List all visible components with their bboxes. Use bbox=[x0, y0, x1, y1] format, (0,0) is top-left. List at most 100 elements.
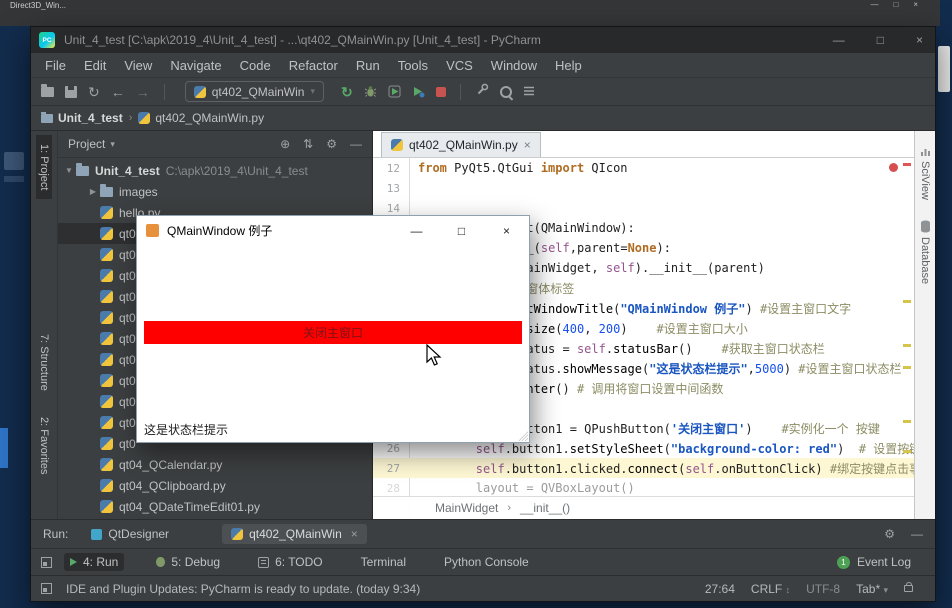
hide-panel-icon[interactable]: — bbox=[911, 527, 923, 541]
line-number[interactable]: 12 bbox=[373, 162, 409, 175]
run-tab-qt402-qmainwin[interactable]: qt402_QMainWin× bbox=[222, 524, 367, 544]
run-config-selector[interactable]: qt402_QMainWin ▾ bbox=[185, 81, 324, 102]
breadcrumb-init[interactable]: __init__() bbox=[520, 501, 570, 515]
scrollbar-mark[interactable] bbox=[903, 300, 911, 303]
back-icon[interactable]: ← bbox=[111, 85, 125, 99]
breadcrumb-qt402-qmainwin-py[interactable]: qt402_QMainWin.py bbox=[138, 111, 264, 125]
desktop-icon[interactable] bbox=[0, 428, 8, 468]
indent-style-selector[interactable]: Tab* ▾ bbox=[856, 582, 888, 596]
todo-icon bbox=[258, 557, 269, 568]
scrollbar-mark[interactable] bbox=[903, 450, 911, 453]
rerun-button[interactable]: ↻ bbox=[341, 85, 353, 99]
toolwindow-button-2-favorites[interactable]: 2: Favorites bbox=[36, 408, 52, 483]
gear-icon[interactable]: ⚙ bbox=[884, 527, 895, 541]
tool-tab-4-run[interactable]: 4: Run bbox=[64, 553, 124, 571]
file-encoding[interactable]: UTF-8 bbox=[806, 582, 840, 596]
project-panel-title[interactable]: Project bbox=[68, 137, 105, 151]
scrollbar-mark[interactable] bbox=[903, 163, 911, 166]
line-number[interactable]: 13 bbox=[373, 182, 409, 195]
forward-icon[interactable]: → bbox=[136, 85, 150, 99]
line-number[interactable]: 27 bbox=[373, 462, 409, 475]
line-number[interactable]: 26 bbox=[373, 442, 409, 455]
dialog-title-bar[interactable]: QMainWindow 例子 — □ × bbox=[137, 216, 529, 245]
tree-item-qt04-qdatetimeedit01-py[interactable]: qt04_QDateTimeEdit01.py bbox=[58, 496, 372, 517]
resize-grip-icon[interactable] bbox=[517, 430, 528, 441]
toolwindow-button-sciview[interactable]: SciView bbox=[919, 147, 931, 200]
menu-code[interactable]: Code bbox=[231, 58, 280, 73]
desktop-icon[interactable] bbox=[4, 152, 24, 170]
tree-item-unit-4-test[interactable]: ▼Unit_4_test C:\apk\2019_4\Unit_4_test bbox=[58, 160, 372, 181]
minimize-icon[interactable]: — bbox=[870, 0, 878, 9]
close-icon[interactable]: × bbox=[351, 527, 358, 541]
toolwindow-button-database[interactable]: Database bbox=[919, 220, 931, 284]
menu-file[interactable]: File bbox=[36, 58, 75, 73]
dialog-maximize-button[interactable]: □ bbox=[439, 216, 484, 245]
dialog-minimize-button[interactable]: — bbox=[394, 216, 439, 245]
run-with-coverage-button[interactable] bbox=[388, 85, 401, 98]
run-tab-qtdesigner[interactable]: QtDesigner bbox=[82, 524, 178, 544]
toolwindow-toggle-icon[interactable] bbox=[41, 583, 52, 594]
debug-button[interactable] bbox=[364, 85, 377, 98]
search-everywhere-icon[interactable] bbox=[500, 86, 512, 98]
tree-item-images[interactable]: ▶images bbox=[58, 181, 372, 202]
settings-wrench-button[interactable] bbox=[475, 82, 489, 101]
breadcrumb-unit-4-test[interactable]: Unit_4_test bbox=[41, 111, 123, 125]
view-options-button[interactable] bbox=[523, 83, 535, 101]
tool-tab-6-todo[interactable]: 6: TODO bbox=[252, 553, 329, 571]
open-icon[interactable] bbox=[41, 87, 54, 97]
hide-panel-icon[interactable]: — bbox=[350, 137, 362, 151]
maximize-icon[interactable]: □ bbox=[893, 0, 898, 9]
minimize-button[interactable]: — bbox=[833, 33, 845, 47]
sync-icon[interactable]: ↻ bbox=[88, 85, 100, 99]
title-bar[interactable]: PC Unit_4_test [C:\apk\2019_4\Unit_4_tes… bbox=[31, 27, 935, 53]
menu-tools[interactable]: Tools bbox=[389, 58, 437, 73]
maximize-button[interactable]: □ bbox=[877, 33, 884, 47]
menu-help[interactable]: Help bbox=[546, 58, 591, 73]
scrollbar-mark[interactable] bbox=[903, 344, 911, 347]
code-line-13: 13 bbox=[373, 178, 914, 198]
editor-tab-qt402-qmainwin[interactable]: qt402_QMainWin.py × bbox=[381, 132, 541, 157]
lock-icon[interactable] bbox=[904, 585, 913, 592]
sort-icon[interactable]: ⇅ bbox=[303, 137, 313, 151]
error-indicator-icon[interactable] bbox=[889, 163, 898, 172]
tool-tab-5-debug[interactable]: 5: Debug bbox=[150, 553, 226, 571]
menu-window[interactable]: Window bbox=[482, 58, 546, 73]
scrollbar-mark[interactable] bbox=[903, 420, 911, 423]
chevron-down-icon[interactable]: ▾ bbox=[110, 139, 115, 150]
breadcrumb-mainwidget[interactable]: MainWidget bbox=[435, 501, 498, 515]
scrollbar-mark[interactable] bbox=[903, 366, 911, 369]
menu-refactor[interactable]: Refactor bbox=[280, 58, 347, 73]
close-icon[interactable]: × bbox=[913, 0, 918, 9]
close-icon[interactable]: × bbox=[524, 138, 531, 152]
event-log-button[interactable]: 1 Event Log bbox=[837, 555, 911, 569]
caret-position[interactable]: 27:64 bbox=[705, 582, 735, 596]
chevron-down-icon: ▾ bbox=[883, 585, 888, 595]
close-button[interactable]: × bbox=[916, 33, 923, 47]
status-message[interactable]: IDE and Plugin Updates: PyCharm is ready… bbox=[66, 582, 420, 596]
tool-tab-terminal[interactable]: Terminal bbox=[355, 553, 412, 571]
line-ending-selector[interactable]: CRLF ↕ bbox=[751, 582, 790, 596]
toolwindow-switcher-icon[interactable] bbox=[41, 557, 52, 568]
gear-icon[interactable]: ⚙ bbox=[326, 137, 337, 151]
run-panel-label: Run: bbox=[43, 527, 68, 541]
collapse-icon[interactable]: ▼ bbox=[62, 166, 76, 175]
profiler-button[interactable] bbox=[412, 85, 425, 98]
save-all-icon[interactable] bbox=[65, 86, 77, 98]
expand-icon[interactable]: ▶ bbox=[86, 187, 100, 196]
tool-tab-python-console[interactable]: Python Console bbox=[438, 553, 535, 571]
tree-item-qt04-qclipboard-py[interactable]: qt04_QClipboard.py bbox=[58, 475, 372, 496]
dialog-close-button[interactable]: × bbox=[484, 216, 529, 245]
menu-vcs[interactable]: VCS bbox=[437, 58, 482, 73]
close-main-window-button[interactable]: 关闭主窗口 bbox=[144, 321, 522, 344]
menu-view[interactable]: View bbox=[115, 58, 161, 73]
menu-navigate[interactable]: Navigate bbox=[161, 58, 230, 73]
menu-edit[interactable]: Edit bbox=[75, 58, 115, 73]
locate-file-icon[interactable]: ⊕ bbox=[280, 137, 290, 151]
toolwindow-button-1-project[interactable]: 1: Project bbox=[36, 135, 52, 199]
line-number[interactable]: 28 bbox=[373, 482, 409, 495]
line-number[interactable]: 14 bbox=[373, 202, 409, 215]
tree-item-qt04-qcalendar-py[interactable]: qt04_QCalendar.py bbox=[58, 454, 372, 475]
menu-run[interactable]: Run bbox=[347, 58, 389, 73]
toolwindow-button-7-structure[interactable]: 7: Structure bbox=[36, 325, 52, 400]
stop-button[interactable] bbox=[436, 87, 446, 97]
